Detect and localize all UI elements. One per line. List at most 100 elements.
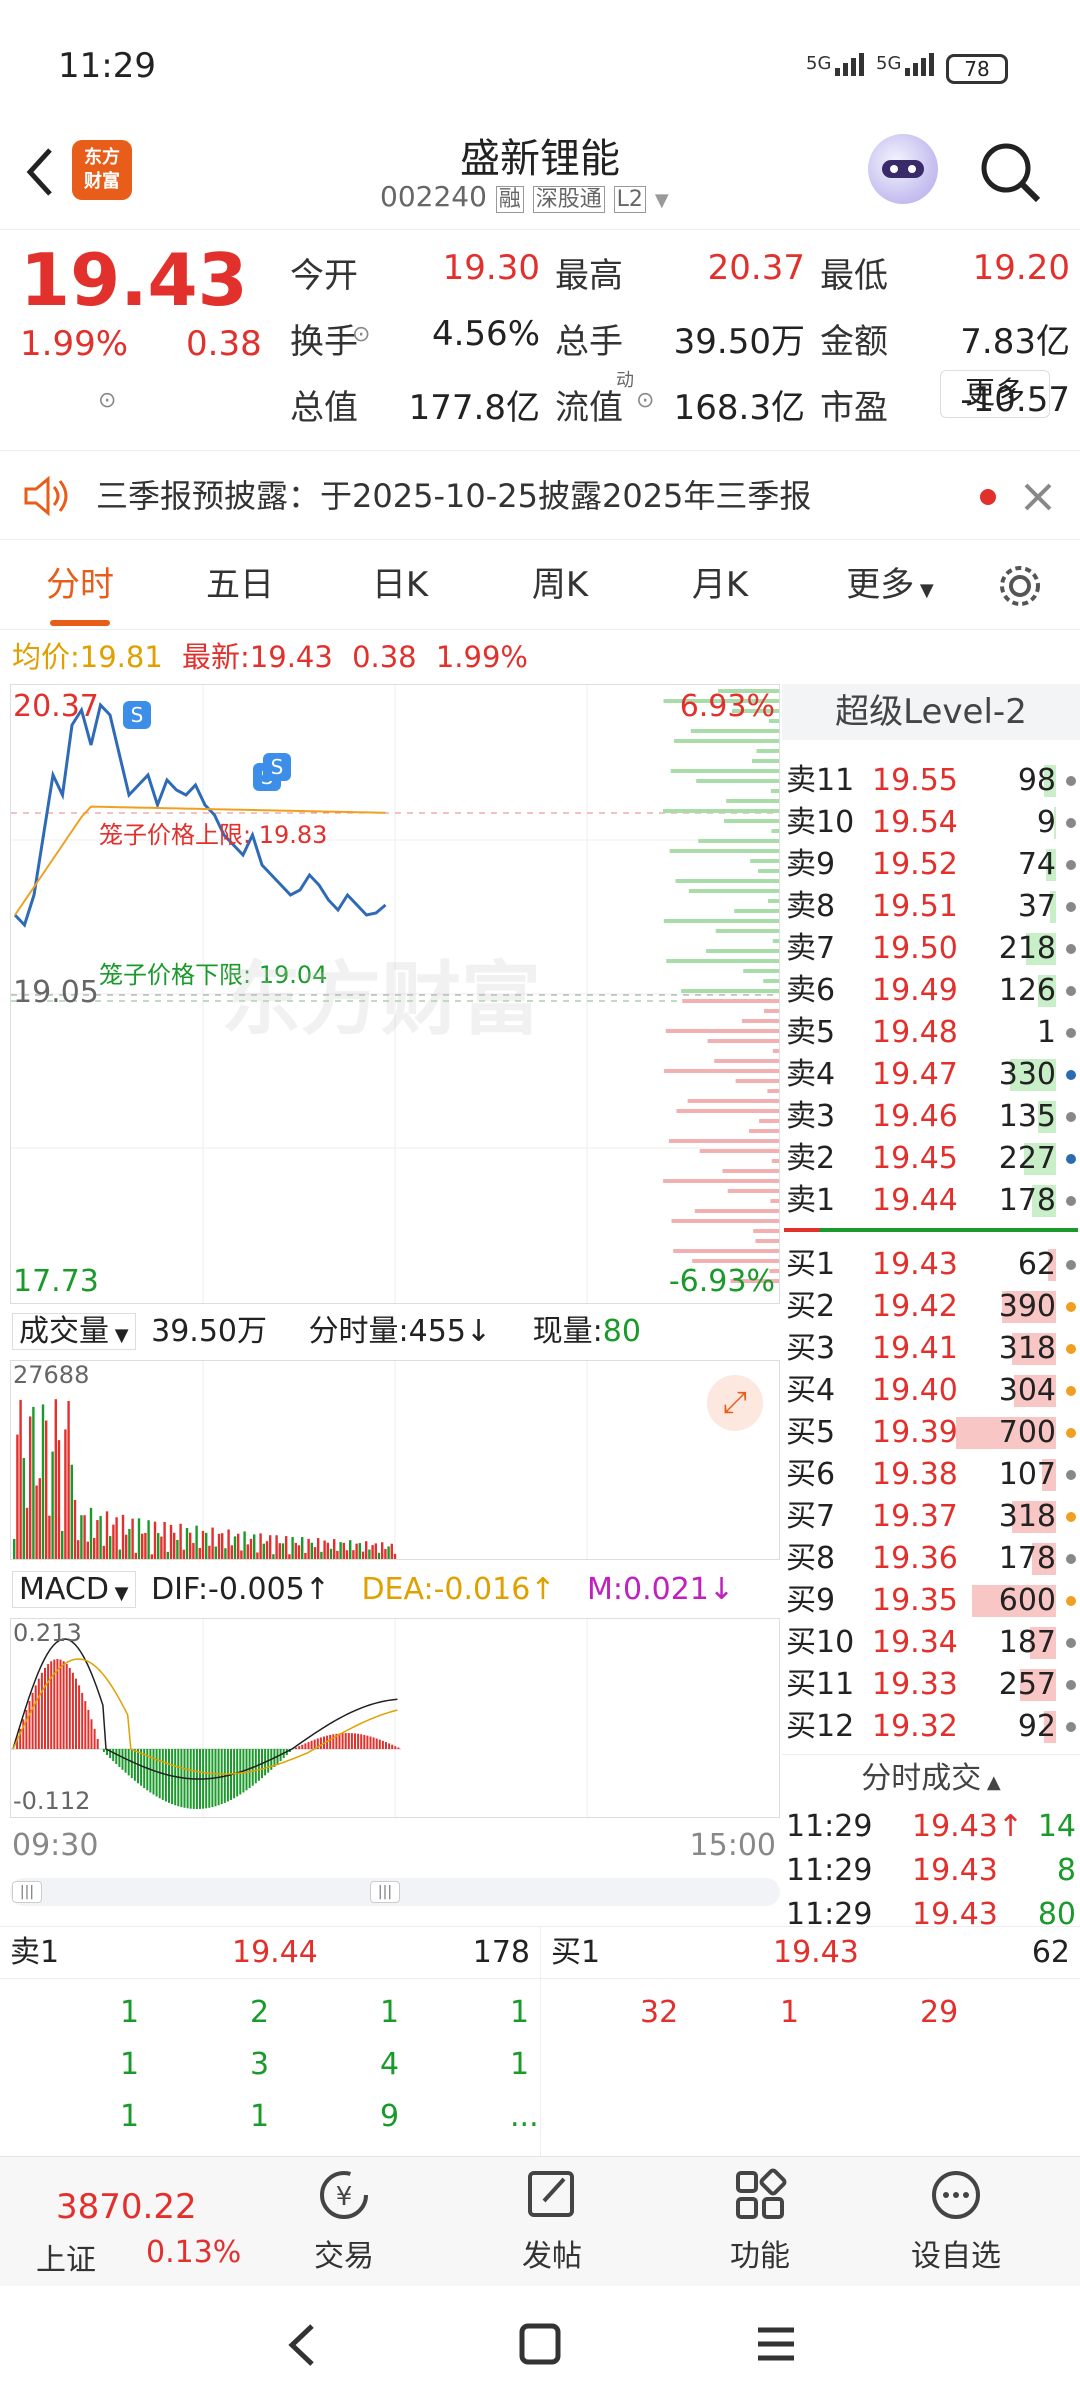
- signal-s-icon[interactable]: S: [123, 701, 151, 729]
- macd-chart[interactable]: 0.213 -0.112: [10, 1618, 780, 1818]
- tab-more[interactable]: 更多 ▼: [830, 540, 950, 630]
- volume-indicator-select[interactable]: 成交量 ▼: [12, 1313, 136, 1350]
- bids-row[interactable]: 买12 19.32 92: [782, 1706, 1080, 1748]
- macd-bar: [44, 1667, 46, 1749]
- order-dot: [1066, 1344, 1076, 1354]
- volume-bar: [77, 1540, 80, 1559]
- volume-bar: [99, 1516, 102, 1559]
- asks-row[interactable]: 卖11 19.55 98: [782, 760, 1080, 802]
- volume-chart[interactable]: 27688 ⤢: [10, 1360, 780, 1560]
- bids-row[interactable]: 买10 19.34 187: [782, 1622, 1080, 1664]
- close-icon[interactable]: [1020, 479, 1056, 515]
- macd-bar: [96, 1738, 99, 1749]
- index-ticker[interactable]: 3870.22 上证 0.13%: [0, 2157, 241, 2287]
- macd-indicator-select[interactable]: MACD ▼: [12, 1571, 136, 1608]
- notice-text: 三季报预披露：于2025-10-25披露2025年三季报: [96, 477, 812, 515]
- nav-home-icon[interactable]: [516, 2320, 564, 2368]
- bids-row[interactable]: 买11 19.33 257: [782, 1664, 1080, 1706]
- depth-bar: [694, 1209, 779, 1213]
- asks-row[interactable]: 卖1 19.44 178: [782, 1180, 1080, 1222]
- volume-bar: [173, 1532, 176, 1559]
- macd-bar: [307, 1742, 310, 1749]
- macd-bar: [369, 1736, 372, 1749]
- depth-bar: [714, 1059, 779, 1063]
- ticks-title[interactable]: 分时成交 ▲: [782, 1754, 1080, 1802]
- bids-row[interactable]: 买7 19.37 318: [782, 1496, 1080, 1538]
- tab-monthly-k[interactable]: 月K: [660, 540, 780, 630]
- volume-bar: [349, 1540, 352, 1559]
- bids-row[interactable]: 买8 19.36 178: [782, 1538, 1080, 1580]
- volume-bar: [13, 1539, 16, 1559]
- asks-row[interactable]: 卖4 19.47 330: [782, 1054, 1080, 1096]
- volume-bar: [137, 1518, 141, 1559]
- bids-row[interactable]: 买5 19.39 700: [782, 1412, 1080, 1454]
- robot-assistant-icon[interactable]: [868, 134, 938, 204]
- macd-bar: [341, 1733, 344, 1749]
- volume-bar: [237, 1533, 240, 1559]
- info-icon[interactable]: ⊙: [352, 322, 370, 347]
- volume-bar: [176, 1539, 179, 1559]
- signal-s-icon[interactable]: S: [263, 753, 291, 781]
- back-arrow-icon[interactable]: [20, 142, 60, 202]
- volume-bar: [272, 1554, 275, 1559]
- volume-header: 成交量 ▼ 39.50万 分时量:455↓ 现量:80: [0, 1306, 780, 1358]
- volume-bar: [342, 1542, 345, 1559]
- nav-back-icon[interactable]: [282, 2320, 322, 2370]
- brand-logo[interactable]: 东方 财富: [72, 140, 132, 200]
- quote-field-label: 最高: [555, 256, 623, 296]
- volume-bar: [25, 1507, 29, 1559]
- volume-bar: [41, 1404, 45, 1559]
- quote-panel: 19.43 1.99% 0.38 今开 19.30 最高 20.37 最低 19.20 换手…: [0, 230, 1080, 445]
- tick-row: 11:29 19.43↑ 14: [786, 1809, 1076, 1844]
- asks-row[interactable]: 卖10 19.54 9: [782, 802, 1080, 844]
- gear-icon[interactable]: [996, 562, 1044, 610]
- tab-intraday[interactable]: 分时: [20, 540, 140, 630]
- bids-row[interactable]: 买6 19.38 107: [782, 1454, 1080, 1496]
- asks-row[interactable]: 卖6 19.49 126: [782, 970, 1080, 1012]
- macd-bar: [394, 1746, 397, 1749]
- nav-menu-icon[interactable]: [752, 2320, 800, 2368]
- bid-order-qty: 1: [780, 1995, 800, 2030]
- quote-field-label: 换手: [290, 322, 358, 362]
- bids-row[interactable]: 买4 19.40 304: [782, 1370, 1080, 1412]
- slider-right-handle[interactable]: |||: [370, 1881, 400, 1903]
- depth-bar: [673, 1249, 779, 1253]
- macd-bar: [366, 1735, 369, 1749]
- asks-row[interactable]: 卖5 19.48 1: [782, 1012, 1080, 1054]
- asks-row[interactable]: 卖8 19.51 37: [782, 886, 1080, 928]
- volume-bar: [73, 1500, 77, 1559]
- asks-row[interactable]: 卖2 19.45 227: [782, 1138, 1080, 1180]
- slider-left-handle[interactable]: |||: [12, 1881, 42, 1903]
- level2-title[interactable]: 超级Level-2: [782, 684, 1080, 740]
- bids-row[interactable]: 买9 19.35 600: [782, 1580, 1080, 1622]
- info-icon[interactable]: ⊙: [636, 388, 654, 413]
- tab-daily-k[interactable]: 日K: [340, 540, 460, 630]
- more-button[interactable]: 更多: [940, 370, 1050, 418]
- macd-bar: [310, 1740, 313, 1749]
- stock-code-row[interactable]: 002240 融 深股通 L2 ▼: [380, 180, 700, 213]
- nav-add-watchlist[interactable]: 设自选: [876, 2167, 1036, 2277]
- info-icon[interactable]: ⊙: [98, 388, 116, 413]
- asks-row[interactable]: 卖3 19.46 135: [782, 1096, 1080, 1138]
- notice-bar[interactable]: 三季报预披露：于2025-10-25披露2025年三季报: [0, 450, 1080, 540]
- expand-icon[interactable]: ⤢: [707, 1375, 763, 1431]
- nav-post[interactable]: 发帖: [472, 2167, 632, 2277]
- asks-row[interactable]: 卖7 19.50 218: [782, 928, 1080, 970]
- volume-bar: [70, 1464, 73, 1559]
- depth-bar: [768, 899, 779, 903]
- tab-five-day[interactable]: 五日: [180, 540, 300, 630]
- search-icon[interactable]: [976, 138, 1046, 208]
- bids-row[interactable]: 买3 19.41 318: [782, 1328, 1080, 1370]
- badge-l2: L2: [613, 186, 646, 213]
- nav-features[interactable]: 功能: [680, 2167, 840, 2277]
- volume-bar: [361, 1551, 365, 1559]
- bids-row[interactable]: 买2 19.42 390: [782, 1286, 1080, 1328]
- chart-range-slider[interactable]: ||| |||: [10, 1878, 780, 1906]
- bids-row[interactable]: 买1 19.43 62: [782, 1244, 1080, 1286]
- nav-trade[interactable]: ¥ 交易: [264, 2167, 424, 2277]
- tab-weekly-k[interactable]: 周K: [500, 540, 620, 630]
- intraday-chart[interactable]: 20.37 6.93% 19.05 17.73 -6.93% 笼子价格上限: 1…: [10, 684, 780, 1304]
- volume-bar: [221, 1533, 224, 1559]
- macd-bar: [133, 1749, 136, 1781]
- asks-row[interactable]: 卖9 19.52 74: [782, 844, 1080, 886]
